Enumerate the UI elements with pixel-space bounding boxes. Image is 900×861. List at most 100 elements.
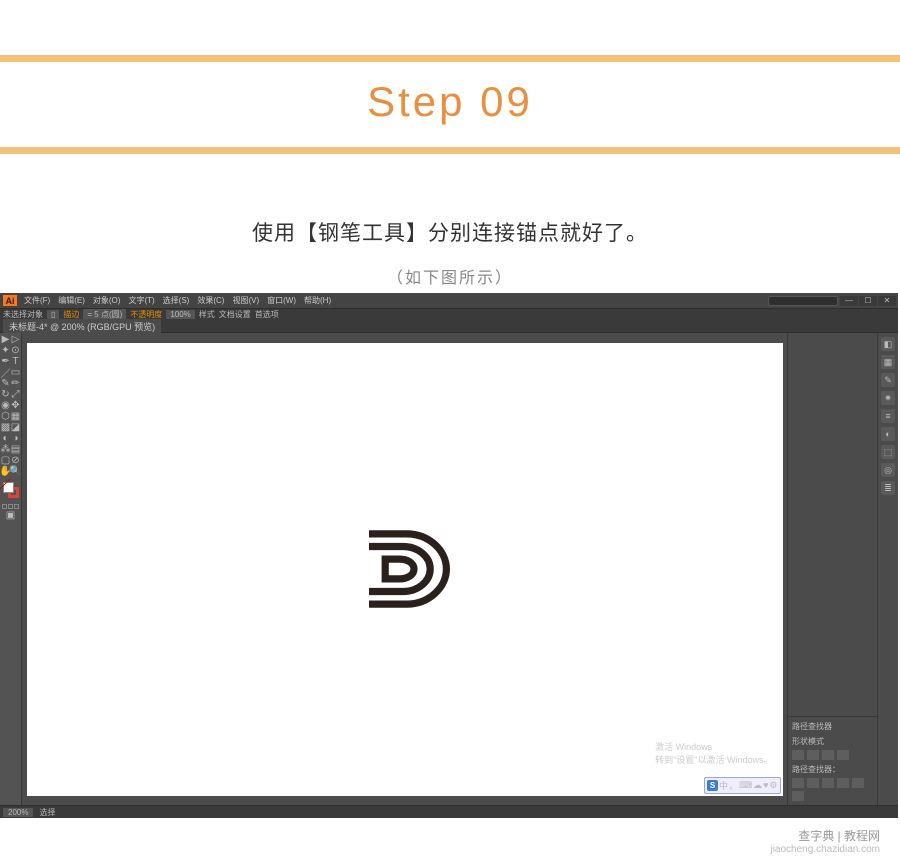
minus-front-icon[interactable] [807, 750, 819, 760]
ime-lang-label: 中 [719, 779, 728, 792]
header-divider-bottom [0, 147, 900, 154]
blend-tool-icon[interactable]: ◑ [11, 434, 20, 443]
step-title: Step 09 [0, 78, 900, 126]
symbol-spray-icon[interactable]: ⁂ [1, 445, 10, 454]
document-tab[interactable]: 未标题-4* @ 200% (RGB/GPU 预览) [3, 319, 161, 334]
artboard: 激活 Windows 转到"设置"以激活 Windows。 S 中 。 ⌨ ☁ … [27, 343, 783, 796]
mesh-tool-icon[interactable]: ▩ [1, 423, 10, 432]
divide-icon[interactable] [792, 778, 804, 788]
menu-help[interactable]: 帮助(H) [301, 294, 334, 307]
brush-tool-icon[interactable]: ✎ [1, 379, 10, 388]
shape-modes-label: 形状模式 [792, 736, 873, 747]
status-tool-label: 选择 [39, 807, 55, 818]
zoom-level[interactable]: 200% [3, 808, 33, 817]
site-watermark: 查字典 | 教程网 jiaocheng.chazidian.com [770, 827, 880, 855]
opacity-value[interactable]: 100% [166, 310, 194, 319]
slice-tool-icon[interactable]: ⊘ [11, 456, 20, 465]
selection-tool-icon[interactable]: ▶ [1, 335, 10, 344]
windows-activation-watermark: 激活 Windows 转到"设置"以激活 Windows。 [655, 740, 772, 766]
perspective-icon[interactable]: ▦ [11, 412, 20, 421]
stroke-panel-icon[interactable]: ≡ [881, 409, 895, 423]
menu-type[interactable]: 文字(T) [125, 294, 157, 307]
outline-icon[interactable] [852, 778, 864, 788]
none-mode-icon[interactable] [14, 504, 19, 509]
rotate-tool-icon[interactable]: ↻ [1, 390, 10, 399]
ime-punct-icon[interactable]: 。 [729, 779, 738, 792]
minus-back-icon[interactable] [792, 791, 804, 801]
scale-tool-icon[interactable]: ⤢ [11, 390, 20, 399]
search-input[interactable] [768, 296, 838, 306]
width-tool-icon[interactable]: ◉ [1, 401, 10, 410]
watermark-line1: 查字典 | 教程网 [770, 827, 880, 844]
ime-toolbar[interactable]: S 中 。 ⌨ ☁ ♥ ⚙ [704, 777, 780, 794]
collapsed-panel-dock: ◧ ▦ ✎ ✷ ≡ ◐ ⬚ ◎ ≣ [877, 333, 898, 805]
transparency-panel-icon[interactable]: ⬚ [881, 445, 895, 459]
color-mode-icon[interactable] [2, 504, 7, 509]
instruction-sub: （如下图所示） [0, 264, 900, 288]
crop-icon[interactable] [837, 778, 849, 788]
ime-keyboard-icon[interactable]: ⌨ [739, 780, 752, 791]
document-tabs: 未标题-4* @ 200% (RGB/GPU 预览) [0, 320, 898, 333]
panel-tab-pathfinder[interactable]: 路径查找器 [792, 721, 832, 732]
artboard-tool-icon[interactable]: ▢ [1, 456, 10, 465]
prefs-button[interactable]: 首选项 [255, 309, 279, 320]
eyedropper-icon[interactable]: ◐ [1, 434, 10, 443]
rect-tool-icon[interactable]: ▭ [11, 368, 20, 377]
pathfinder-panel[interactable]: 路径查找器 形状模式 路径查找器： [788, 716, 877, 805]
magic-wand-icon[interactable]: ✦ [1, 346, 10, 355]
swatches-panel-icon[interactable]: ▦ [881, 355, 895, 369]
ime-settings-icon[interactable]: ⚙ [769, 780, 777, 791]
appearance-panel-icon[interactable]: ◎ [881, 463, 895, 477]
menu-select[interactable]: 选择(S) [160, 294, 193, 307]
pathfinder-label: 路径查找器： [792, 764, 873, 775]
merge-icon[interactable] [822, 778, 834, 788]
type-tool-icon[interactable]: T [11, 357, 20, 366]
right-panel-area: 路径查找器 形状模式 路径查找器： [787, 333, 877, 805]
direct-select-tool-icon[interactable]: ▷ [11, 335, 20, 344]
ime-cloud-icon[interactable]: ☁ [753, 780, 762, 791]
menu-view[interactable]: 视图(V) [229, 294, 262, 307]
free-transform-icon[interactable]: ✥ [11, 401, 20, 410]
screen-mode-icon[interactable]: ▣ [6, 511, 15, 520]
zoom-tool-icon[interactable]: 🔍 [11, 467, 20, 476]
symbols-panel-icon[interactable]: ✷ [881, 391, 895, 405]
exclude-icon[interactable] [837, 750, 849, 760]
menubar: Ai 文件(F) 编辑(E) 对象(O) 文字(T) 选择(S) 效果(C) 视… [0, 293, 898, 308]
ime-logo-icon: S [707, 780, 718, 791]
dd-logo-artwork [360, 530, 450, 608]
doc-setup-button[interactable]: 文档设置 [219, 309, 251, 320]
brushes-panel-icon[interactable]: ✎ [881, 373, 895, 387]
menu-object[interactable]: 对象(O) [90, 294, 124, 307]
menu-edit[interactable]: 编辑(E) [55, 294, 88, 307]
close-icon[interactable]: ✕ [878, 296, 896, 306]
lasso-tool-icon[interactable]: ⊙ [11, 346, 20, 355]
toolbox: ▶▷ ✦⊙ ✒T ／▭ ✎✏ ↻⤢ ◉✥ ⬡▦ ▩◪ ◐◑ ⁂▤ ▢⊘ ✋🔍 ▣ [0, 333, 22, 805]
instruction-main: 使用【钢笔工具】分别连接锚点就好了。 [0, 217, 900, 247]
pencil-tool-icon[interactable]: ✏ [11, 379, 20, 388]
gradient-mode-icon[interactable] [8, 504, 13, 509]
gradient-tool-icon[interactable]: ◪ [11, 423, 20, 432]
illustrator-window: Ai 文件(F) 编辑(E) 对象(O) 文字(T) 选择(S) 效果(C) 视… [0, 293, 898, 813]
status-bar: 200% 选择 [0, 805, 898, 818]
intersect-icon[interactable] [822, 750, 834, 760]
app-logo-icon: Ai [3, 295, 17, 306]
ime-user-icon[interactable]: ♥ [763, 780, 768, 790]
header-divider-top [0, 55, 900, 62]
layers-panel-icon[interactable]: ≣ [881, 481, 895, 495]
graph-tool-icon[interactable]: ▤ [11, 445, 20, 454]
watermark-line2: jiaocheng.chazidian.com [770, 844, 880, 855]
menu-effect[interactable]: 效果(C) [194, 294, 227, 307]
canvas[interactable]: 激活 Windows 转到"设置"以激活 Windows。 S 中 。 ⌨ ☁ … [22, 333, 787, 805]
color-panel-icon[interactable]: ◧ [881, 337, 895, 351]
unite-icon[interactable] [792, 750, 804, 760]
gradient-panel-icon[interactable]: ◐ [881, 427, 895, 441]
menu-file[interactable]: 文件(F) [21, 294, 53, 307]
minimize-icon[interactable]: — [840, 296, 858, 306]
fill-stroke-indicator[interactable] [3, 482, 19, 498]
style-label[interactable]: 样式 [199, 309, 215, 320]
menu-window[interactable]: 窗口(W) [264, 294, 299, 307]
trim-icon[interactable] [807, 778, 819, 788]
shape-builder-icon[interactable]: ⬡ [1, 412, 10, 421]
line-tool-icon[interactable]: ／ [1, 368, 10, 377]
maximize-icon[interactable]: ☐ [859, 296, 877, 306]
